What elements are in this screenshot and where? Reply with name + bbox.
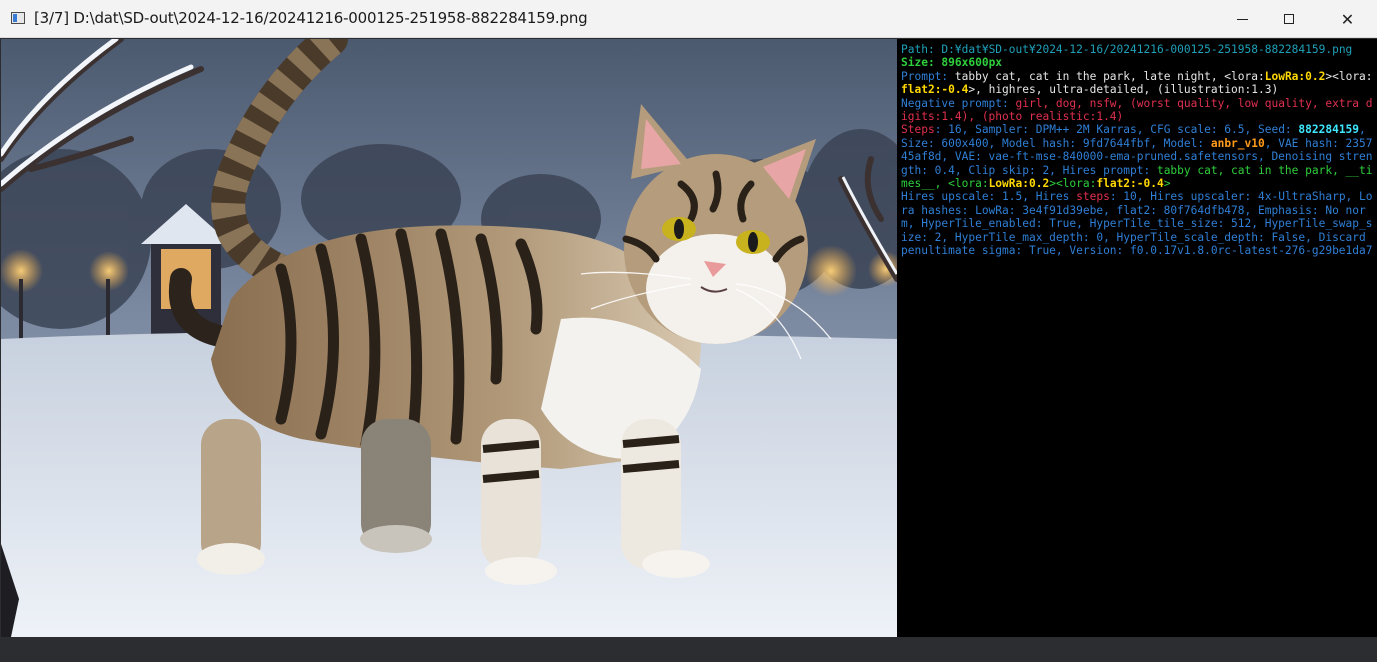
- metadata-panel[interactable]: Path: D:¥dat¥SD-out¥2024-12-16/20241216-…: [897, 39, 1377, 637]
- size-label: Size:: [901, 56, 942, 70]
- app-icon: [11, 12, 25, 24]
- path-value: D:¥dat¥SD-out¥2024-12-16/20241216-000125…: [941, 43, 1353, 56]
- hires-prompt-text-3: >: [1163, 177, 1171, 191]
- status-bar: [0, 637, 1377, 662]
- params-text-1: : 16, Sampler: DPM++ 2M Karras, CFG scal…: [934, 123, 1299, 137]
- steps-label: Steps: [901, 123, 935, 137]
- path-label: Path:: [901, 43, 942, 56]
- prompt-lora2-name: flat2: [901, 83, 935, 97]
- seed-value: 882284159: [1298, 123, 1360, 137]
- hires-steps-label: steps: [1076, 190, 1110, 204]
- hires-prompt-text-2: ><lora:: [1049, 177, 1097, 191]
- hires-lora2-name: flat2: [1096, 177, 1131, 191]
- model-value: anbr_v10: [1210, 136, 1265, 150]
- minimize-button[interactable]: [1219, 0, 1265, 38]
- hires-lora1-weight: :0.2: [1022, 177, 1050, 191]
- prompt-text-2: ><lora:: [1325, 69, 1373, 83]
- cat-illustration-image: [1, 39, 897, 637]
- title-bar[interactable]: [3/7] D:\dat\SD-out\2024-12-16/20241216-…: [0, 0, 1377, 38]
- size-value: 896x600px: [941, 56, 1003, 70]
- close-icon: ✕: [1340, 9, 1355, 29]
- window-title: [3/7] D:\dat\SD-out\2024-12-16/20241216-…: [34, 9, 588, 27]
- prompt-lora1-name: LowRa: [1264, 69, 1299, 83]
- negative-prompt-label: Negative prompt:: [901, 96, 1016, 110]
- prompt-text-3: >, highres, ultra-detailed, (illustratio…: [968, 83, 1279, 97]
- params-text-4: Hires upscale: 1.5, Hires: [901, 190, 1077, 204]
- maximize-button[interactable]: [1266, 0, 1312, 38]
- prompt-lora2-weight: :-0.4: [934, 83, 969, 97]
- close-button[interactable]: ✕: [1318, 0, 1377, 38]
- maximize-icon: [1284, 14, 1294, 24]
- metadata-text: Path: D:¥dat¥SD-out¥2024-12-16/20241216-…: [901, 43, 1375, 258]
- minimize-icon: [1236, 18, 1248, 20]
- prompt-label: Prompt:: [901, 69, 955, 83]
- image-viewer[interactable]: [1, 39, 897, 637]
- hires-lora2-weight: :-0.4: [1130, 177, 1164, 191]
- prompt-lora1-weight: :0.2: [1298, 69, 1326, 83]
- prompt-text-1: tabby cat, cat in the park, late night, …: [954, 69, 1265, 83]
- hires-lora1-name: LowRa: [988, 177, 1023, 191]
